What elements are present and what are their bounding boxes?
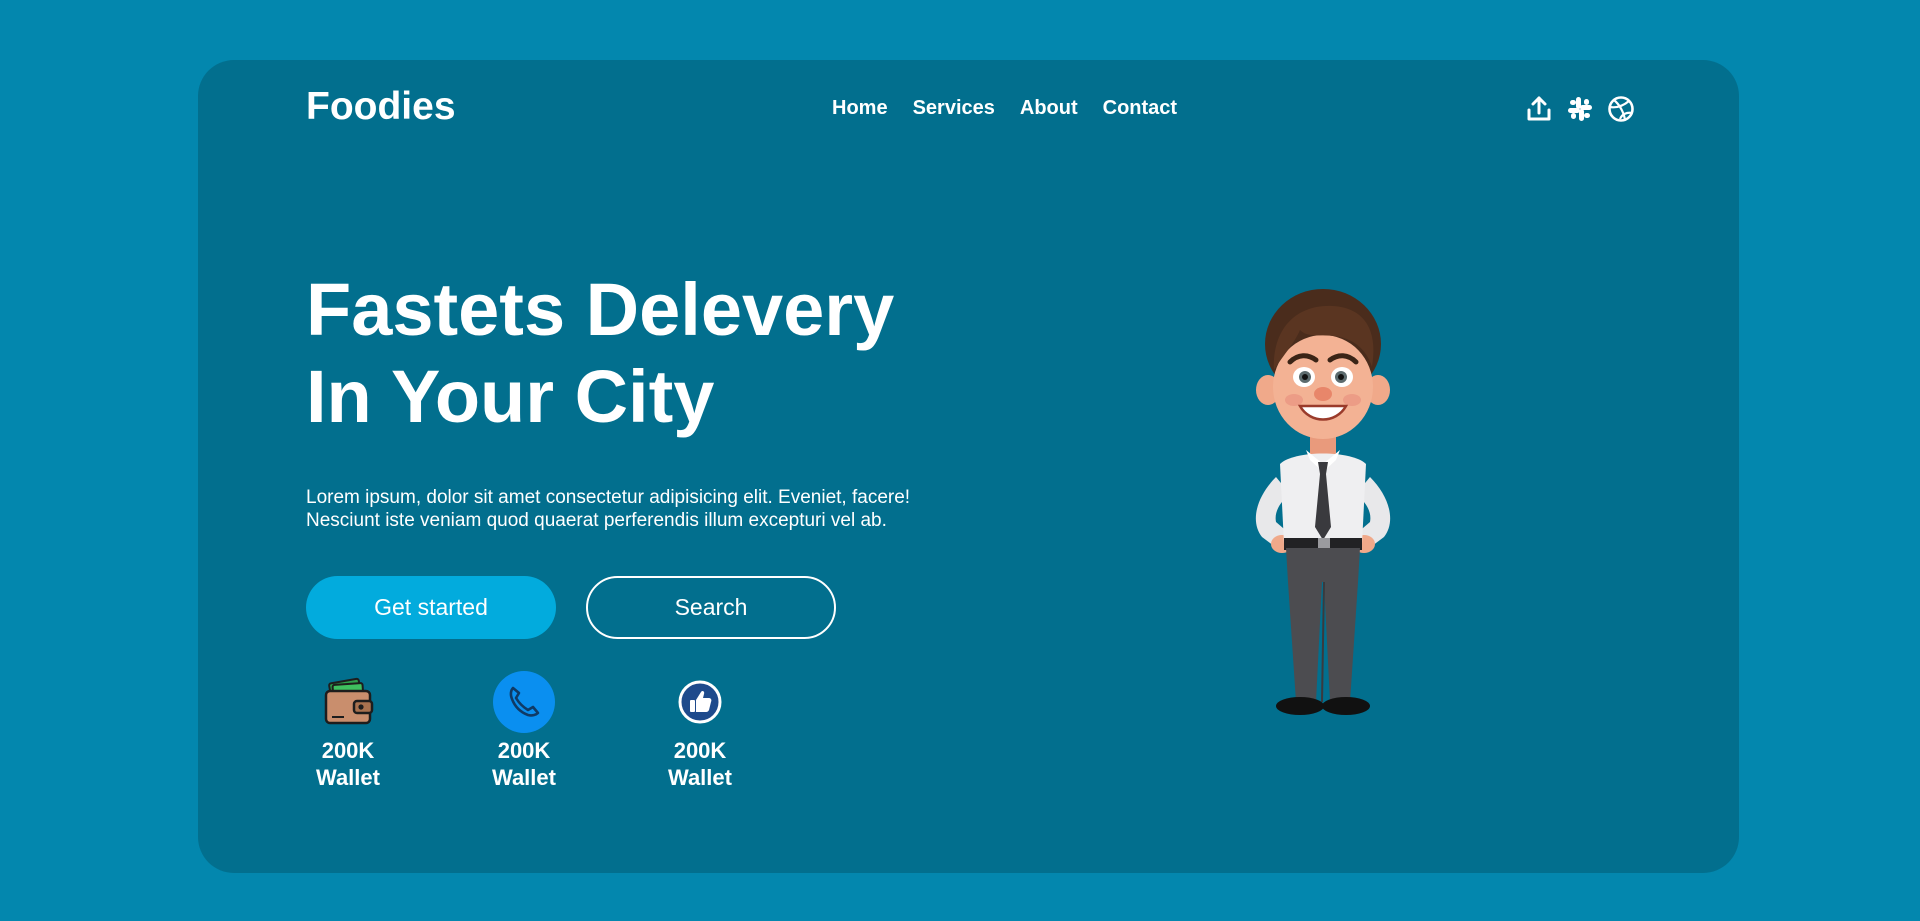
thumbs-up-icon <box>658 670 742 734</box>
stat-value: 200K <box>321 738 375 763</box>
wallet-icon <box>306 670 390 734</box>
phone-icon <box>482 670 566 734</box>
social-links <box>1524 94 1636 124</box>
nav-link-contact[interactable]: Contact <box>1103 96 1177 120</box>
upload-icon[interactable] <box>1524 94 1554 124</box>
hero-title: Fastets Delevery In Your City <box>306 266 1006 440</box>
get-started-button[interactable]: Get started <box>306 576 556 639</box>
hero-card: Foodies Home Services About Contact Fast… <box>198 60 1739 873</box>
hero-title-line-2: In Your City <box>306 355 715 438</box>
nav-link-about[interactable]: About <box>1020 96 1078 120</box>
hero-description: Lorem ipsum, dolor sit amet consectetur … <box>306 486 966 532</box>
nav-link-home[interactable]: Home <box>832 96 888 120</box>
stat-value: 200K <box>673 738 727 763</box>
stat-label: Wallet <box>668 765 732 790</box>
brand-logo[interactable]: Foodies <box>306 85 456 129</box>
main-nav: Home Services About Contact <box>832 96 1177 120</box>
hero-description-line-2: Nesciunt iste veniam quod quaerat perfer… <box>306 510 887 531</box>
stat-item: 200K Wallet <box>658 670 834 791</box>
nav-link-services[interactable]: Services <box>913 96 995 120</box>
stat-label: Wallet <box>316 765 380 790</box>
slack-icon[interactable] <box>1565 94 1595 124</box>
stat-item: 200K Wallet <box>482 670 658 791</box>
search-button[interactable]: Search <box>586 576 836 639</box>
stats-row: 200K Wallet 200K Wallet 200K Wallet <box>306 670 834 791</box>
stat-item: 200K Wallet <box>306 670 482 791</box>
stat-label: Wallet <box>492 765 556 790</box>
hero-description-line-1: Lorem ipsum, dolor sit amet consectetur … <box>306 487 911 508</box>
delivery-character-illustration <box>1238 282 1408 722</box>
stat-value: 200K <box>497 738 551 763</box>
hero-title-line-1: Fastets Delevery <box>306 268 895 351</box>
dribbble-icon[interactable] <box>1606 94 1636 124</box>
